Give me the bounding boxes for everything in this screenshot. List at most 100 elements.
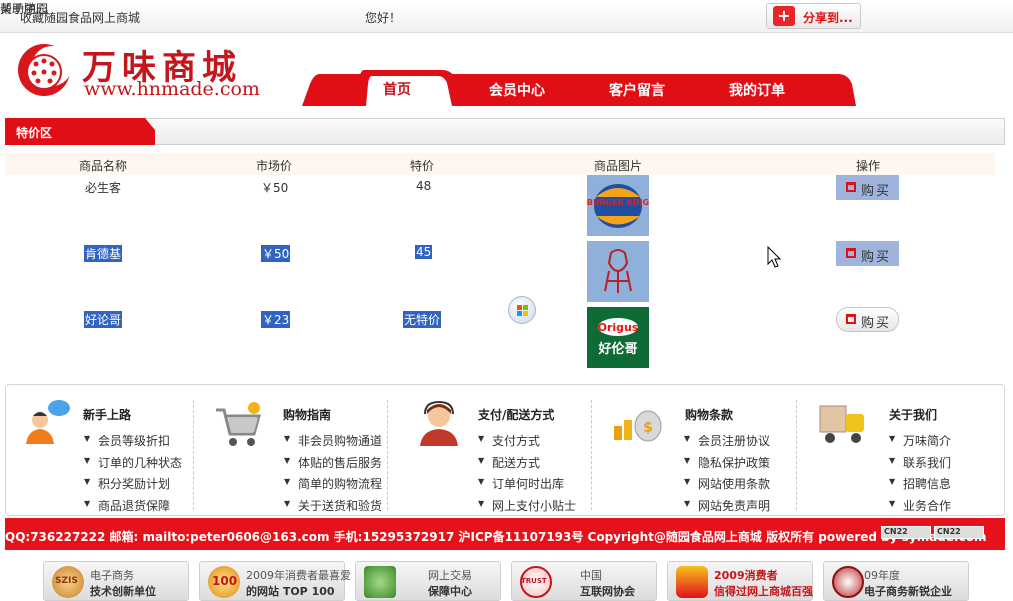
customer-service-icon <box>420 400 458 446</box>
footer-link[interactable]: 非会员购物通道 <box>284 432 382 449</box>
plus-icon: + <box>773 6 795 26</box>
shield-icon <box>364 566 396 598</box>
cnzz-label: CN22 <box>937 527 961 536</box>
badge-line1: 09年度 <box>864 569 900 582</box>
column-divider <box>387 400 388 510</box>
footer-link[interactable]: 业务合作 <box>889 497 951 514</box>
section-title: 特价区 <box>16 126 53 140</box>
seal-icon: 100 <box>208 566 240 598</box>
buy-button[interactable]: 购买 <box>836 241 899 266</box>
help-link[interactable]: 帮助中心 <box>0 0 48 17</box>
share-button[interactable]: + 分享到... <box>766 3 861 29</box>
orgus-text: Origus <box>598 321 639 334</box>
buy-button[interactable]: 购买 <box>836 307 899 332</box>
cnzz-badge[interactable]: CN22 <box>881 526 931 539</box>
trust-badge[interactable]: 2009消费者 信得过网上商城百强 <box>667 561 813 601</box>
windows-logo-icon[interactable] <box>508 296 536 324</box>
seal-icon: TRUST <box>520 566 552 598</box>
column-divider <box>591 400 592 510</box>
badge-line2: 信得过网上商城百强 <box>714 585 813 598</box>
footer-link[interactable]: 会员注册协议 <box>684 432 770 449</box>
footer-link[interactable]: 关于送货和验货 <box>284 497 382 514</box>
footer-column-title: 新手上路 <box>83 408 132 422</box>
orgus-logo-image[interactable]: Origus 好伦哥 <box>587 307 649 368</box>
badge-line1: 中国 <box>580 569 602 582</box>
product-name[interactable]: 肯德基 <box>84 245 123 262</box>
footer-link[interactable]: 体贴的售后服务 <box>284 454 382 471</box>
shopping-cart-icon <box>216 402 261 446</box>
market-price: ￥50 <box>261 245 291 262</box>
badge-line2: 电子商务新锐企业 <box>864 585 952 598</box>
column-header-special-price: 特价 <box>410 159 435 173</box>
badge-line2: 技术创新单位 <box>90 585 156 598</box>
footer-link[interactable]: 配送方式 <box>478 454 540 471</box>
footer-link[interactable]: 网站免责声明 <box>684 497 770 514</box>
column-header-image: 商品图片 <box>594 159 643 173</box>
trust-badge[interactable]: 09年度 电子商务新锐企业 <box>823 561 969 601</box>
special-price: 48 <box>416 179 432 193</box>
copyright-text: QQ:736227222 邮箱: mailto:peter0606@163.co… <box>5 530 987 544</box>
footer-link[interactable]: 招聘信息 <box>889 475 951 492</box>
nav-item-my-orders[interactable]: 我的订单 <box>729 80 785 100</box>
cart-icon <box>846 248 856 258</box>
footer-link[interactable]: 订单何时出库 <box>478 475 564 492</box>
badge-line1: 电子商务 <box>90 569 134 582</box>
badge-line1: 2009年消费者最喜爱 <box>246 569 351 582</box>
footer-link[interactable]: 会员等级折扣 <box>84 432 170 449</box>
column-header-name: 商品名称 <box>79 159 128 173</box>
nav-item-home[interactable]: 首页 <box>383 79 411 99</box>
svg-text:$: $ <box>643 420 653 436</box>
footer-link[interactable]: 简单的购物流程 <box>284 475 382 492</box>
table-header <box>5 153 995 175</box>
mouse-cursor-icon <box>767 246 781 268</box>
newcomer-icon <box>26 400 70 444</box>
badge-line1: 2009消费者 <box>714 569 778 582</box>
cnzz-badge[interactable]: CN22 <box>934 526 984 539</box>
footer-link[interactable]: 隐私保护政策 <box>684 454 770 471</box>
money-bag-icon: $ <box>614 410 662 442</box>
nav-item-member-center[interactable]: 会员中心 <box>489 80 545 100</box>
column-divider <box>796 400 797 510</box>
top-bar <box>0 0 1013 33</box>
logo-url[interactable]: www.hnmade.com <box>84 78 260 100</box>
cnzz-label: CN22 <box>884 527 908 536</box>
footer-link[interactable]: 商品退货保障 <box>84 497 170 514</box>
trust-badge[interactable]: 100 2009年消费者最喜爱 的网站 TOP 100 <box>199 561 351 601</box>
logo-mark-icon[interactable] <box>14 42 70 98</box>
special-price: 45 <box>415 245 433 259</box>
seal-icon: SZIS <box>52 566 84 598</box>
badge-line2: 互联网协会 <box>580 585 635 598</box>
footer-link[interactable]: 联系我们 <box>889 454 951 471</box>
cart-icon <box>846 182 856 192</box>
burger-king-logo-image[interactable]: BURGER KING <box>587 175 649 236</box>
share-label: 分享到... <box>803 11 853 25</box>
footer-link[interactable]: 网站使用条款 <box>684 475 770 492</box>
orgus-cn-text: 好伦哥 <box>597 341 637 357</box>
footer-link[interactable]: 支付方式 <box>478 432 540 449</box>
ribbon-icon <box>676 566 708 598</box>
footer-link[interactable]: 万味简介 <box>889 432 951 449</box>
buy-label: 购买 <box>861 184 892 199</box>
footer-link[interactable]: 网上支付小贴士 <box>478 497 576 514</box>
buy-button[interactable]: 购买 <box>836 175 899 200</box>
greeting-text: 您好！ <box>365 11 402 25</box>
footer-link[interactable]: 订单的几种状态 <box>84 454 182 471</box>
column-divider <box>193 400 194 510</box>
trust-badge[interactable]: 网上交易 保障中心 <box>355 561 501 601</box>
burger-king-text: BURGER KING <box>587 198 649 207</box>
trust-badge[interactable]: SZIS 电子商务 技术创新单位 <box>43 561 189 601</box>
footer-column-title: 购物条款 <box>685 408 734 422</box>
badge-line1: 网上交易 <box>428 569 472 582</box>
market-price: ￥50 <box>261 181 289 195</box>
product-name[interactable]: 必生客 <box>85 179 121 196</box>
footer-column-title: 购物指南 <box>283 408 332 422</box>
footer-link[interactable]: 积分奖励计划 <box>84 475 170 492</box>
nav-item-guestbook[interactable]: 客户留言 <box>609 80 665 100</box>
footer-column-title: 支付/配送方式 <box>478 408 555 422</box>
market-price: ￥23 <box>261 311 291 328</box>
product-name[interactable]: 好论哥 <box>84 311 123 328</box>
badge-line2: 保障中心 <box>428 585 472 598</box>
trust-badge[interactable]: TRUST 中国 互联网协会 <box>511 561 657 601</box>
kfc-logo-image[interactable] <box>587 241 649 302</box>
badge-line2: 的网站 TOP 100 <box>246 585 335 598</box>
